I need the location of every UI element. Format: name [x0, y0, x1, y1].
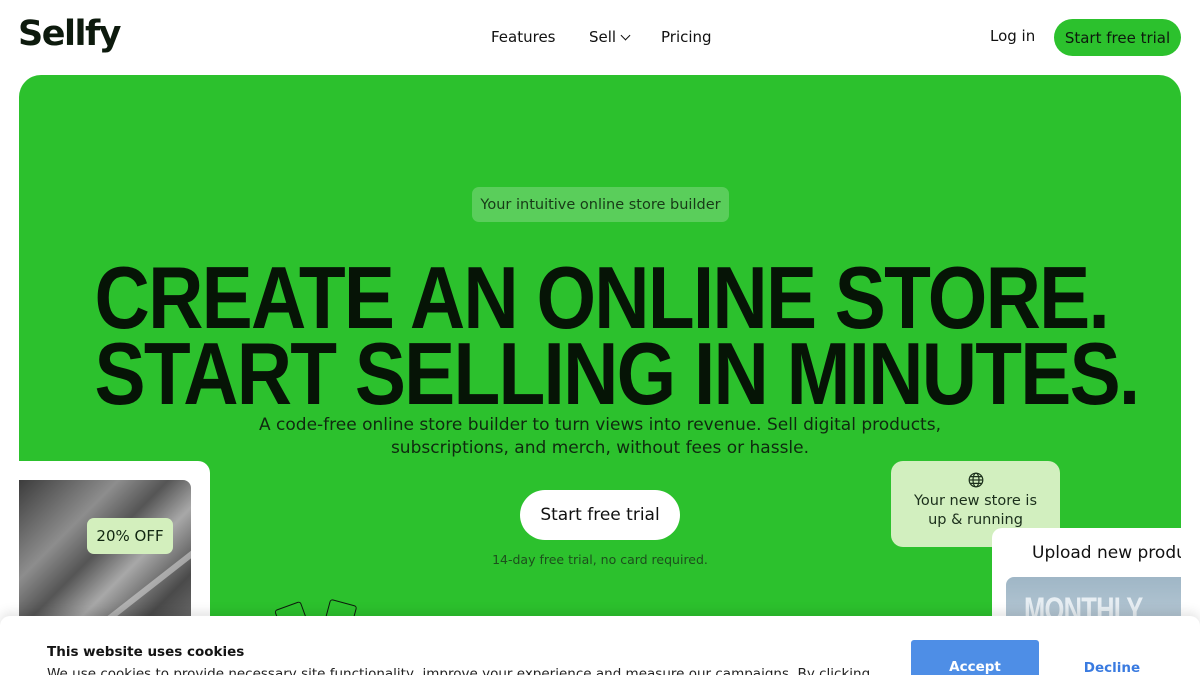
- cookie-banner: This website uses cookies We use cookies…: [0, 616, 1200, 675]
- hero-headline-line2: START SELLING IN MINUTES.: [94, 324, 1141, 423]
- product-photo: 20% OFF: [19, 480, 191, 635]
- accept-cookies-button[interactable]: Accept: [911, 640, 1039, 675]
- chevron-down-icon: [620, 30, 631, 41]
- discount-badge: 20% OFF: [87, 518, 173, 554]
- site-header: Sellfy Features Sell Pricing Log in Star…: [0, 0, 1200, 75]
- product-card: 20% OFF: [19, 461, 210, 635]
- cookie-text: We use cookies to provide necessary site…: [47, 666, 871, 675]
- globe-icon: [968, 472, 983, 488]
- hero-start-trial-button[interactable]: Start free trial: [520, 490, 680, 540]
- sellfy-logo[interactable]: Sellfy: [18, 14, 121, 54]
- nav-features[interactable]: Features: [491, 28, 556, 46]
- nav-sell[interactable]: Sell: [589, 28, 631, 46]
- upload-product-label: Upload new product: [1032, 543, 1181, 563]
- hero-section: Your intuitive online store builder CREA…: [19, 75, 1181, 635]
- hero-tagline: Your intuitive online store builder: [472, 187, 729, 222]
- cookie-title: This website uses cookies: [47, 644, 245, 660]
- hero-subtitle: A code-free online store builder to turn…: [259, 415, 941, 458]
- login-link[interactable]: Log in: [990, 27, 1035, 45]
- decline-cookies-button[interactable]: Decline: [1070, 660, 1154, 675]
- nav-sell-label: Sell: [589, 28, 617, 46]
- notification-text: Your new store is up & running: [913, 493, 1037, 528]
- nav-pricing[interactable]: Pricing: [661, 28, 712, 46]
- header-start-trial-button[interactable]: Start free trial: [1054, 19, 1181, 56]
